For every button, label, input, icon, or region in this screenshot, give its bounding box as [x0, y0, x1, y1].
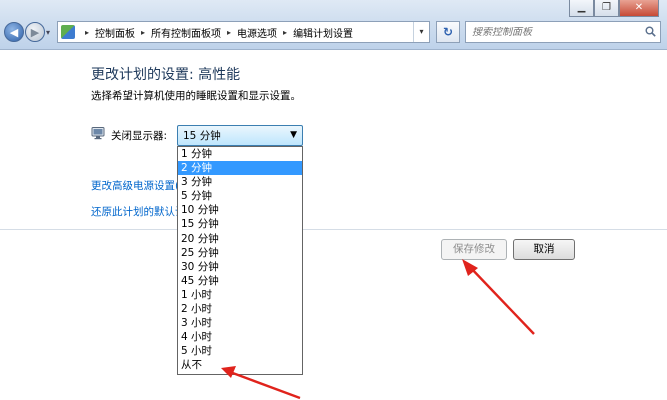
dropdown-option[interactable]: 2 分钟 [178, 161, 302, 176]
dropdown-option[interactable]: 从不 [178, 358, 302, 372]
page-subtitle: 选择希望计算机使用的睡眠设置和显示设置。 [91, 90, 301, 102]
select-value: 15 分钟 [183, 130, 221, 142]
turn-off-display-select[interactable]: 15 分钟 ▼ [177, 125, 303, 146]
dropdown-option[interactable]: 15 分钟 [178, 217, 302, 231]
breadcrumb-edit-plan[interactable]: 编辑计划设置 [293, 25, 353, 40]
chevron-right-icon[interactable]: ▸ [227, 28, 231, 37]
search-box[interactable] [465, 21, 661, 43]
recent-pages-dropdown[interactable]: ▾ [46, 28, 50, 37]
refresh-icon: ↻ [442, 25, 454, 39]
dropdown-option[interactable]: 25 分钟 [178, 246, 302, 260]
window-controls: ▁ ❐ ✕ [569, 0, 659, 17]
dropdown-option[interactable]: 3 分钟 [178, 175, 302, 189]
advanced-power-settings-link[interactable]: 更改高级电源设置(C) [91, 178, 178, 193]
page-title: 更改计划的设置: 高性能 [91, 67, 241, 83]
arrow-left-icon: ◀ [9, 25, 19, 39]
maximize-button[interactable]: ❐ [594, 0, 619, 17]
control-panel-icon [61, 25, 75, 39]
close-button[interactable]: ✕ [619, 0, 659, 17]
dropdown-option[interactable]: 30 分钟 [178, 260, 302, 274]
title-address-bar: ▁ ❐ ✕ ◀ ▶ ▾ ▸ 控制面板 ▸ 所有控制面板项 ▸ 电源选项 ▸ 编辑… [0, 0, 667, 50]
breadcrumb-power-options[interactable]: 电源选项 [237, 25, 277, 40]
annotation-arrows [221, 259, 535, 400]
dropdown-option[interactable]: 1 分钟 [178, 147, 302, 161]
chevron-right-icon[interactable]: ▸ [283, 28, 287, 37]
breadcrumb-control-panel[interactable]: 控制面板 [95, 25, 135, 40]
refresh-button[interactable]: ↻ [436, 21, 460, 43]
breadcrumb-all-items[interactable]: 所有控制面板项 [151, 25, 221, 40]
forward-button[interactable]: ▶ [25, 22, 45, 42]
restore-defaults-link[interactable]: 还原此计划的默认设置 [91, 204, 178, 219]
dropdown-option[interactable]: 10 分钟 [178, 203, 302, 217]
monitor-icon [91, 127, 105, 140]
dropdown-option[interactable]: 1 小时 [178, 288, 302, 302]
dropdown-option[interactable]: 4 小时 [178, 330, 302, 344]
address-bar[interactable]: ▸ 控制面板 ▸ 所有控制面板项 ▸ 电源选项 ▸ 编辑计划设置 ▾ [57, 21, 430, 43]
dropdown-option[interactable]: 5 分钟 [178, 189, 302, 203]
dropdown-option[interactable]: 2 小时 [178, 302, 302, 316]
breadcrumb: 控制面板 ▸ 所有控制面板项 ▸ 电源选项 ▸ 编辑计划设置 [95, 25, 353, 40]
search-input[interactable] [472, 26, 642, 38]
dropdown-option[interactable]: 5 小时 [178, 344, 302, 358]
display-timeout-options-list[interactable]: 1 分钟 2 分钟 3 分钟 5 分钟 10 分钟 15 分钟 20 分钟 25 分钟 30 分… [177, 146, 303, 375]
dropdown-option[interactable]: 3 小时 [178, 316, 302, 330]
arrow-right-icon: ▶ [30, 25, 40, 39]
back-button[interactable]: ◀ [4, 22, 24, 42]
dropdown-arrow-icon: ▼ [290, 130, 297, 140]
dropdown-option[interactable]: 20 分钟 [178, 232, 302, 246]
save-changes-button[interactable]: 保存修改 [441, 239, 507, 260]
annotation-arrow-to-save [462, 259, 535, 335]
address-dropdown-button[interactable]: ▾ [413, 22, 429, 42]
turn-off-display-label: 关闭显示器: [111, 130, 168, 142]
cancel-button[interactable]: 取消 [513, 239, 575, 260]
breadcrumb-root-chevron-icon[interactable]: ▸ [85, 28, 89, 37]
chevron-right-icon[interactable]: ▸ [141, 28, 145, 37]
search-icon[interactable] [645, 26, 656, 37]
minimize-button[interactable]: ▁ [569, 0, 594, 17]
footer-divider [0, 229, 667, 230]
dropdown-option[interactable]: 45 分钟 [178, 274, 302, 288]
